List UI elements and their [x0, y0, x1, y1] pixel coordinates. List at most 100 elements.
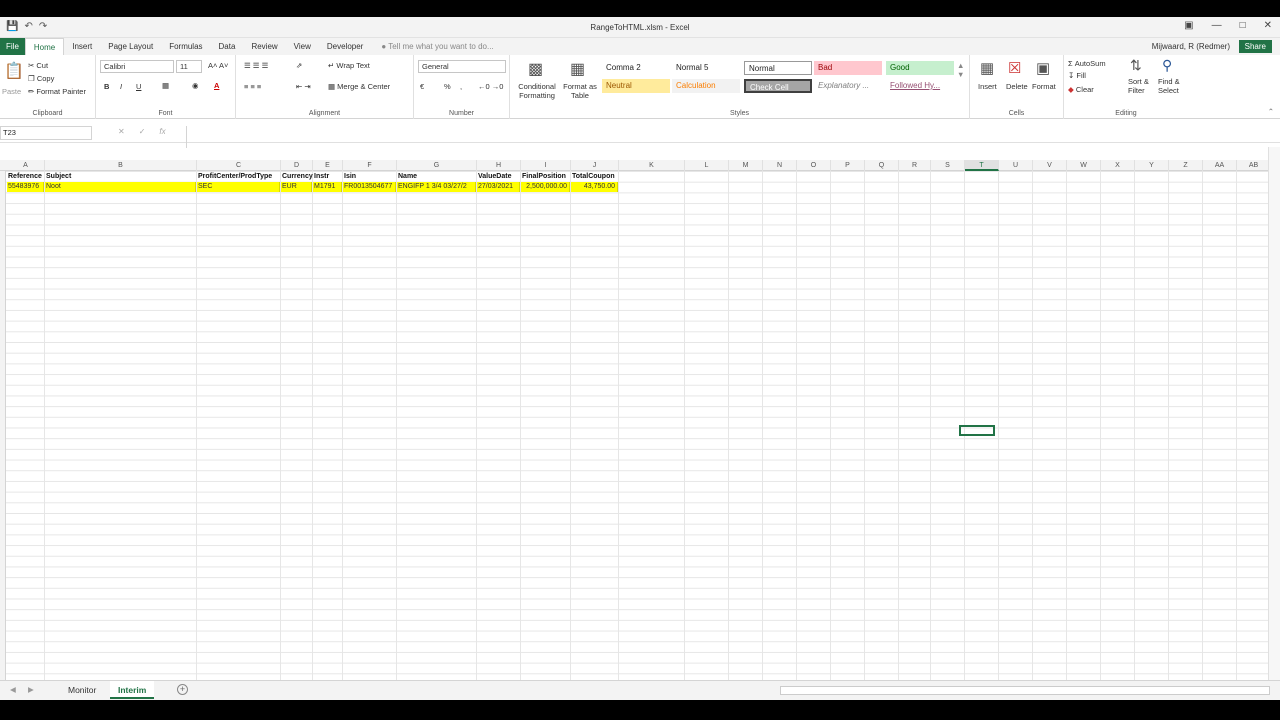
ribbon-display-icon[interactable]: ▣: [1184, 20, 1193, 31]
data-cell[interactable]: 43,750.00: [571, 182, 618, 192]
tell-me-box[interactable]: ● Tell me what you want to do...: [381, 42, 493, 51]
tab-formulas[interactable]: Formulas: [161, 38, 210, 55]
tab-developer[interactable]: Developer: [319, 38, 371, 55]
maximize-icon[interactable]: □: [1240, 20, 1246, 31]
header-cell[interactable]: FinalPosition: [521, 171, 571, 182]
number-format-select[interactable]: General: [418, 60, 506, 73]
header-cell[interactable]: Currency: [281, 171, 313, 182]
add-sheet-button[interactable]: +: [177, 684, 188, 695]
column-header-w[interactable]: W: [1067, 160, 1101, 171]
header-cell[interactable]: ValueDate: [477, 171, 521, 182]
tab-data[interactable]: Data: [211, 38, 244, 55]
format-as-table-button[interactable]: Format as Table: [560, 82, 600, 100]
comma-icon[interactable]: ,: [460, 82, 462, 91]
bold-icon[interactable]: B: [104, 82, 109, 91]
column-header-j[interactable]: J: [571, 160, 619, 171]
horizontal-scrollbar[interactable]: [780, 686, 1270, 695]
column-header-e[interactable]: E: [313, 160, 343, 171]
column-header-ab[interactable]: AB: [1237, 160, 1268, 171]
column-header-g[interactable]: G: [397, 160, 477, 171]
column-header-m[interactable]: M: [729, 160, 763, 171]
style-normal-5[interactable]: Normal 5: [672, 61, 740, 75]
style-neutral[interactable]: Neutral: [602, 79, 670, 93]
column-header-h[interactable]: H: [477, 160, 521, 171]
style-check-cell[interactable]: Check Cell: [744, 79, 812, 93]
fill-button[interactable]: ↧ Fill: [1068, 71, 1086, 80]
column-header-u[interactable]: U: [999, 160, 1033, 171]
tab-page-layout[interactable]: Page Layout: [100, 38, 161, 55]
sheet-tab-interim[interactable]: Interim: [110, 681, 155, 699]
column-header-l[interactable]: L: [685, 160, 729, 171]
underline-icon[interactable]: U: [136, 82, 141, 91]
decimal-icon[interactable]: ←0 →0: [478, 82, 503, 91]
wrap-text-button[interactable]: ↵ Wrap Text: [328, 61, 370, 70]
column-header-s[interactable]: S: [931, 160, 965, 171]
cancel-icon[interactable]: ✕: [118, 127, 125, 136]
column-header-a[interactable]: A: [7, 160, 45, 171]
data-cell[interactable]: 55483976: [7, 182, 44, 192]
column-header-c[interactable]: C: [197, 160, 281, 171]
tab-home[interactable]: Home: [24, 38, 65, 55]
column-header-aa[interactable]: AA: [1203, 160, 1237, 171]
orientation-icon[interactable]: ⇗: [296, 61, 302, 70]
minimize-icon[interactable]: —: [1212, 20, 1222, 31]
header-cell[interactable]: Instr: [313, 171, 343, 182]
cell-area[interactable]: [0, 171, 1268, 680]
column-header-q[interactable]: Q: [865, 160, 899, 171]
column-header-r[interactable]: R: [899, 160, 931, 171]
header-cell[interactable]: Subject: [45, 171, 197, 182]
tab-review[interactable]: Review: [243, 38, 285, 55]
sheet-tab-monitor[interactable]: Monitor: [60, 681, 104, 699]
borders-icon[interactable]: ▦: [162, 81, 169, 90]
column-header-x[interactable]: X: [1101, 160, 1135, 171]
data-cell[interactable]: EUR: [281, 182, 312, 192]
header-cell[interactable]: Isin: [343, 171, 397, 182]
name-box[interactable]: T23: [0, 126, 92, 140]
paste-button[interactable]: Paste: [2, 87, 21, 96]
data-cell[interactable]: ENGIFP 1 3/4 03/27/2: [397, 182, 476, 192]
close-icon[interactable]: ✕: [1264, 20, 1272, 31]
percent-icon[interactable]: %: [444, 82, 451, 91]
enter-icon[interactable]: ✓: [139, 127, 146, 136]
font-color-icon[interactable]: A: [214, 81, 219, 90]
insert-cells-button[interactable]: Insert: [978, 82, 997, 91]
active-cell[interactable]: [959, 425, 995, 436]
italic-icon[interactable]: I: [120, 82, 122, 91]
find-select-button[interactable]: Find & Select: [1158, 77, 1188, 95]
indent-icon[interactable]: ⇤ ⇥: [296, 82, 311, 91]
font-size-select[interactable]: 11: [176, 60, 202, 73]
format-cells-button[interactable]: Format: [1032, 82, 1056, 91]
tab-file[interactable]: File: [0, 38, 25, 55]
conditional-formatting-button[interactable]: Conditional Formatting: [512, 82, 562, 100]
sort-filter-button[interactable]: Sort & Filter: [1128, 77, 1156, 95]
autosum-button[interactable]: Σ AutoSum: [1068, 59, 1106, 68]
tab-insert[interactable]: Insert: [64, 38, 100, 55]
column-header-z[interactable]: Z: [1169, 160, 1203, 171]
data-cell[interactable]: 2,500,000.00: [521, 182, 570, 192]
column-header-b[interactable]: B: [45, 160, 197, 171]
share-button[interactable]: Share: [1238, 40, 1272, 53]
header-cell[interactable]: Reference: [7, 171, 45, 182]
paste-icon[interactable]: 📋: [4, 61, 24, 81]
style-bad[interactable]: Bad: [814, 61, 882, 75]
data-cell[interactable]: SEC: [197, 182, 280, 192]
style-explanatory[interactable]: Explanatory ...: [814, 79, 882, 93]
grow-font-icon[interactable]: A˄ A˅: [208, 61, 228, 70]
column-header-t[interactable]: T: [965, 160, 999, 171]
sheet-nav-left-icon[interactable]: ◀: [10, 685, 16, 694]
column-header-o[interactable]: O: [797, 160, 831, 171]
column-header-d[interactable]: D: [281, 160, 313, 171]
column-header-y[interactable]: Y: [1135, 160, 1169, 171]
cut-button[interactable]: ✂ Cut: [28, 61, 48, 70]
style-comma-2[interactable]: Comma 2: [602, 61, 670, 75]
header-cell[interactable]: Name: [397, 171, 477, 182]
function-icon[interactable]: fx: [159, 127, 165, 136]
formula-input[interactable]: [186, 126, 1272, 148]
header-cell[interactable]: ProfitCenter/ProdType: [197, 171, 281, 182]
data-cell[interactable]: M1791: [313, 182, 342, 192]
column-header-k[interactable]: K: [619, 160, 685, 171]
copy-button[interactable]: ❐ Copy: [28, 74, 54, 83]
collapse-ribbon-icon[interactable]: ⌃: [1268, 107, 1274, 116]
style-calculation[interactable]: Calculation: [672, 79, 740, 93]
fill-color-icon[interactable]: ◉: [192, 81, 199, 90]
